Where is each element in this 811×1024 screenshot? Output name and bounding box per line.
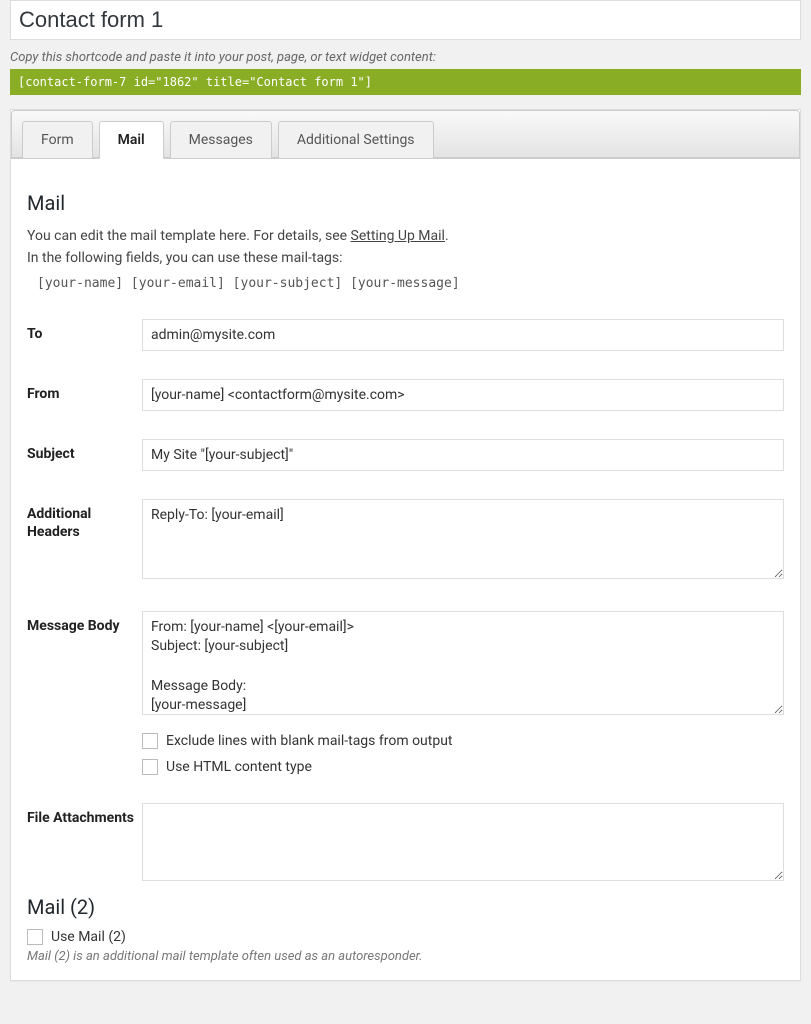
shortcode-instruction: Copy this shortcode and paste it into yo…: [10, 50, 801, 65]
tab-bar: Form Mail Messages Additional Settings: [11, 110, 800, 159]
mail-intro-text-2: .: [445, 228, 449, 244]
form-title-input[interactable]: [10, 0, 801, 40]
use-html-checkbox[interactable]: [142, 759, 158, 775]
mail2-heading: Mail (2): [27, 895, 784, 919]
exclude-blank-checkbox[interactable]: [142, 733, 158, 749]
tab-form[interactable]: Form: [22, 121, 93, 158]
from-input[interactable]: [142, 379, 784, 411]
setting-up-mail-link[interactable]: Setting Up Mail: [351, 228, 445, 244]
use-mail2-label: Use Mail (2): [51, 929, 126, 945]
exclude-blank-label: Exclude lines with blank mail-tags from …: [166, 733, 453, 749]
body-label: Message Body: [27, 611, 142, 635]
to-input[interactable]: [142, 319, 784, 351]
settings-panel: Form Mail Messages Additional Settings M…: [10, 109, 801, 981]
attachments-textarea[interactable]: [142, 803, 784, 881]
subject-label: Subject: [27, 439, 142, 463]
from-label: From: [27, 379, 142, 403]
tab-additional-settings[interactable]: Additional Settings: [278, 121, 434, 158]
mail-heading: Mail: [27, 191, 784, 215]
mail2-description: Mail (2) is an additional mail template …: [27, 949, 784, 964]
attachments-label: File Attachments: [27, 803, 142, 827]
body-textarea[interactable]: From: [your-name] <[your-email]> Subject…: [142, 611, 784, 715]
headers-label: Additional Headers: [27, 499, 142, 541]
shortcode-code[interactable]: [contact-form-7 id="1862" title="Contact…: [10, 69, 801, 95]
tab-messages[interactable]: Messages: [170, 121, 272, 158]
mail-intro-text-1: You can edit the mail template here. For…: [27, 228, 351, 244]
use-html-label: Use HTML content type: [166, 759, 312, 775]
mail-intro-line2: In the following fields, you can use the…: [27, 250, 343, 266]
headers-textarea[interactable]: Reply-To: [your-email]: [142, 499, 784, 579]
subject-input[interactable]: [142, 439, 784, 471]
use-mail2-checkbox[interactable]: [27, 929, 43, 945]
mail-intro: You can edit the mail template here. For…: [27, 225, 784, 270]
tab-mail[interactable]: Mail: [99, 121, 164, 159]
mail-tags-list: [your-name] [your-email] [your-subject] …: [37, 276, 784, 291]
to-label: To: [27, 319, 142, 343]
